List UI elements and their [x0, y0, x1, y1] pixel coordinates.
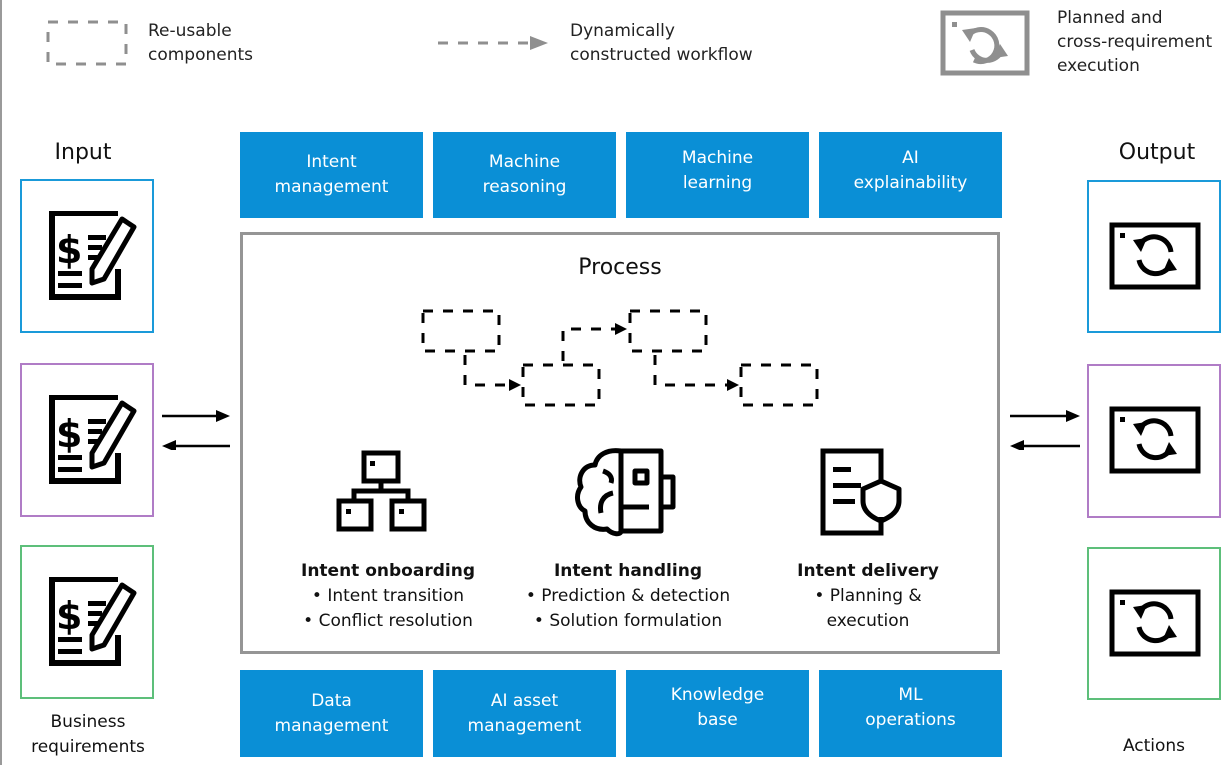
- output-title: Output: [1118, 140, 1196, 165]
- workflow-connector-2: [561, 327, 615, 361]
- tile-intent-management: Intent management: [240, 132, 423, 218]
- document-dollar-pen-icon: $: [49, 577, 137, 666]
- workflow-connector-3: [653, 355, 727, 387]
- input-frame-2: $: [20, 363, 154, 517]
- input-bidirectional-arrows: [162, 410, 230, 450]
- tile-machine-reasoning: Machine reasoning: [433, 132, 616, 218]
- input-caption: Business requirements: [10, 710, 166, 760]
- tile-line2: management: [274, 715, 389, 736]
- left-edge-line: [0, 0, 2, 765]
- stage-intent-onboarding: Intent onboarding • Intent transition • …: [283, 559, 493, 634]
- output-frame-1: [1087, 180, 1221, 333]
- stage-heading: Intent delivery: [797, 561, 939, 581]
- legend-workflow-label: Dynamically constructed workflow: [570, 19, 753, 67]
- stage-item: • Planning &: [814, 586, 922, 606]
- legend-planned-label: Planned and cross-requirement execution: [1057, 6, 1212, 78]
- legend-reusable-label: Re-usable components: [148, 19, 253, 67]
- stage-item: • Conflict resolution: [303, 611, 473, 631]
- tile-line1: Intent: [306, 152, 357, 172]
- output-frame-3: [1087, 547, 1221, 700]
- hierarchy-icon: [336, 450, 427, 532]
- input-caption-line2: requirements: [31, 737, 145, 757]
- stage-heading: Intent onboarding: [301, 561, 475, 581]
- document-dollar-pen-icon: $: [49, 395, 137, 484]
- arrow-right-icon: [1010, 410, 1080, 422]
- tile-line1: Machine: [488, 152, 561, 172]
- tile-line2: management: [467, 715, 582, 736]
- svg-text:$: $: [56, 228, 82, 272]
- stage-item: • Intent transition: [311, 586, 465, 606]
- arrow-right-icon: [162, 410, 230, 422]
- workflow-component-3: [628, 309, 708, 353]
- workflow-arrowhead-1: [509, 379, 521, 391]
- window-refresh-icon: [1109, 222, 1201, 290]
- stage-item: • Prediction & detection: [525, 586, 731, 606]
- svg-text:$: $: [56, 594, 82, 638]
- stage-intent-handling: Intent handling • Prediction & detection…: [508, 559, 748, 634]
- stage-intent-delivery: Intent delivery • Planning & execution: [763, 559, 973, 634]
- workflow-component-2: [521, 363, 601, 407]
- tile-ai-asset-management: AI asset management: [433, 670, 616, 757]
- tile-ml-operations: ML operations: [819, 670, 1002, 757]
- tile-line2: base: [697, 710, 738, 730]
- workflow-arrowhead-3: [727, 379, 739, 391]
- legend-planned-line1: Planned and: [1057, 8, 1163, 28]
- tile-line1: Data: [311, 690, 352, 711]
- input-frame-1: $: [20, 179, 154, 333]
- tile-line2: operations: [865, 710, 956, 730]
- tile-line2: reasoning: [482, 177, 567, 197]
- tile-knowledge-base: Knowledge base: [626, 670, 809, 757]
- tile-line2: learning: [682, 173, 753, 193]
- legend-planned-line3: execution: [1057, 56, 1140, 76]
- arrow-left-icon: [162, 440, 230, 450]
- process-box: Process Intent onboarding • Intent trans…: [240, 232, 1000, 654]
- input-caption-line1: Business: [50, 712, 126, 732]
- legend-planned-line2: cross-requirement: [1057, 32, 1213, 52]
- reusable-component-legend-icon: [46, 20, 128, 66]
- tile-line1: AI: [902, 148, 919, 168]
- stage-item: execution: [826, 611, 910, 631]
- dynamic-workflow-diagram: [421, 309, 819, 407]
- workflow-component-4: [739, 363, 819, 407]
- output-frame-2: [1087, 364, 1221, 518]
- tile-line2: explainability: [853, 173, 968, 193]
- workflow-arrowhead-2: [615, 323, 627, 335]
- tile-machine-learning: Machine learning: [626, 132, 809, 218]
- input-frame-3: $: [20, 545, 154, 699]
- tile-ai-explainability: AI explainability: [819, 132, 1002, 218]
- workflow-component-1: [421, 309, 501, 353]
- svg-text:$: $: [56, 412, 82, 456]
- legend-reusable-line2: components: [148, 45, 254, 65]
- stage-heading: Intent handling: [553, 561, 702, 581]
- stage-item: • Solution formulation: [533, 611, 723, 631]
- tile-line1: Machine: [681, 148, 754, 168]
- tile-line1: Knowledge: [670, 685, 765, 705]
- input-title: Input: [54, 140, 112, 165]
- document-shield-icon: [820, 448, 902, 536]
- arrow-left-icon: [1010, 440, 1080, 450]
- tile-line1: AI asset: [490, 690, 559, 711]
- tile-line1: ML: [898, 685, 923, 705]
- window-refresh-icon: [1109, 589, 1201, 657]
- process-title: Process: [578, 255, 662, 280]
- output-bidirectional-arrows: [1010, 410, 1080, 450]
- tile-data-management: Data management: [240, 670, 423, 757]
- window-refresh-icon: [1109, 406, 1201, 474]
- workflow-connector-1: [463, 355, 509, 387]
- legend-workflow-line2: constructed workflow: [570, 45, 753, 65]
- brain-robot-icon: [575, 448, 676, 537]
- legend-workflow-line1: Dynamically: [570, 21, 675, 41]
- document-dollar-pen-icon: $: [49, 211, 137, 300]
- output-caption: Actions: [1122, 736, 1186, 756]
- tile-line2: management: [274, 177, 389, 197]
- legend-reusable-line1: Re-usable: [148, 21, 232, 41]
- dashed-arrow-legend-icon: [438, 36, 548, 50]
- window-refresh-legend-icon: [940, 10, 1030, 76]
